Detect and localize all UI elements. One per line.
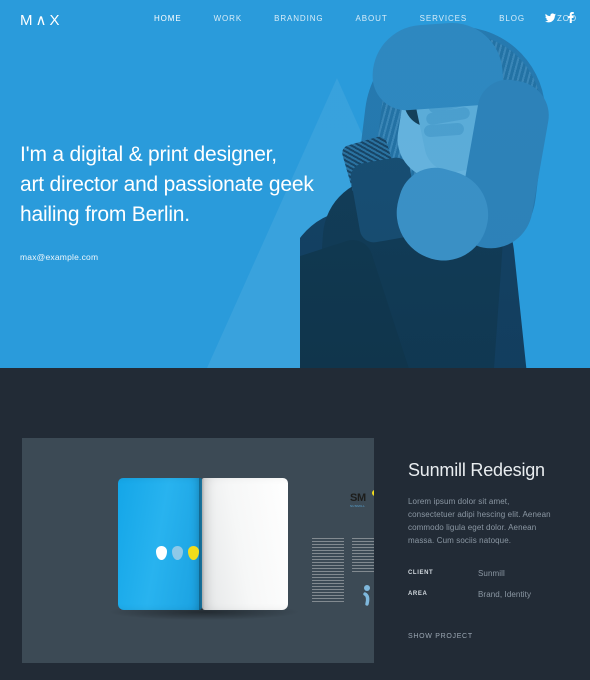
nav-links: HOME WORK BRANDING ABOUT SERVICES BLOG Z… xyxy=(138,14,590,23)
nav-item-services[interactable]: SERVICES xyxy=(404,14,484,23)
hero-headline: I'm a digital & print designer, art dire… xyxy=(20,140,314,230)
nav-item-branding[interactable]: BRANDING xyxy=(258,14,339,23)
hero-email-link[interactable]: max@example.com xyxy=(20,252,98,262)
droplet-graphics xyxy=(156,546,199,560)
project-details: Sunmill Redesign Lorem ipsum dolor sit a… xyxy=(408,460,574,643)
meta-value-client: Sunmill xyxy=(478,569,505,578)
project-description: Lorem ipsum dolor sit amet, consectetuer… xyxy=(408,497,551,545)
hero-headline-line-3: hailing from Berlin. xyxy=(20,203,190,226)
wink-emoticon-graphic xyxy=(363,585,370,606)
top-navigation-bar: M∧X HOME WORK BRANDING ABOUT SERVICES BL… xyxy=(0,0,590,38)
show-project-link[interactable]: SHOW PROJECT xyxy=(408,633,473,640)
nav-item-home[interactable]: HOME xyxy=(138,14,198,23)
project-meta-row-area: AREA Brand, Identity xyxy=(408,590,574,599)
project-meta-row-client: CLIENT Sunmill xyxy=(408,569,574,578)
nav-item-blog[interactable]: BLOG xyxy=(483,14,541,23)
nav-item-about[interactable]: ABOUT xyxy=(340,14,404,23)
meta-label-client: CLIENT xyxy=(408,570,434,576)
project-title: Sunmill Redesign xyxy=(408,460,545,480)
meta-value-area: Brand, Identity xyxy=(478,590,532,599)
hero-portrait-photo xyxy=(300,0,590,368)
site-logo[interactable]: M∧X xyxy=(20,11,62,29)
twitter-icon[interactable] xyxy=(545,12,556,23)
sm-logo-dot xyxy=(372,490,374,496)
work-section: SM SUNMILL Sunmill Redesign Lorem ipsum … xyxy=(0,368,590,680)
project-image-card[interactable]: SM SUNMILL xyxy=(22,438,374,663)
hero-headline-line-2: art director and passionate geek xyxy=(20,173,314,196)
hero-headline-line-1: I'm a digital & print designer, xyxy=(20,143,277,166)
sm-brand-logo: SM xyxy=(350,492,366,504)
magazine-left-page xyxy=(118,478,202,610)
social-links xyxy=(545,12,574,23)
magazine-spread-mockup: SM SUNMILL xyxy=(100,476,374,620)
meta-label-area: AREA xyxy=(408,591,428,597)
magazine-right-page: SM SUNMILL xyxy=(202,478,374,610)
nav-item-work[interactable]: WORK xyxy=(198,14,259,23)
facebook-icon[interactable] xyxy=(568,12,574,23)
sm-brand-tagline: SUNMILL xyxy=(350,504,366,508)
hero-section: M∧X HOME WORK BRANDING ABOUT SERVICES BL… xyxy=(0,0,590,368)
